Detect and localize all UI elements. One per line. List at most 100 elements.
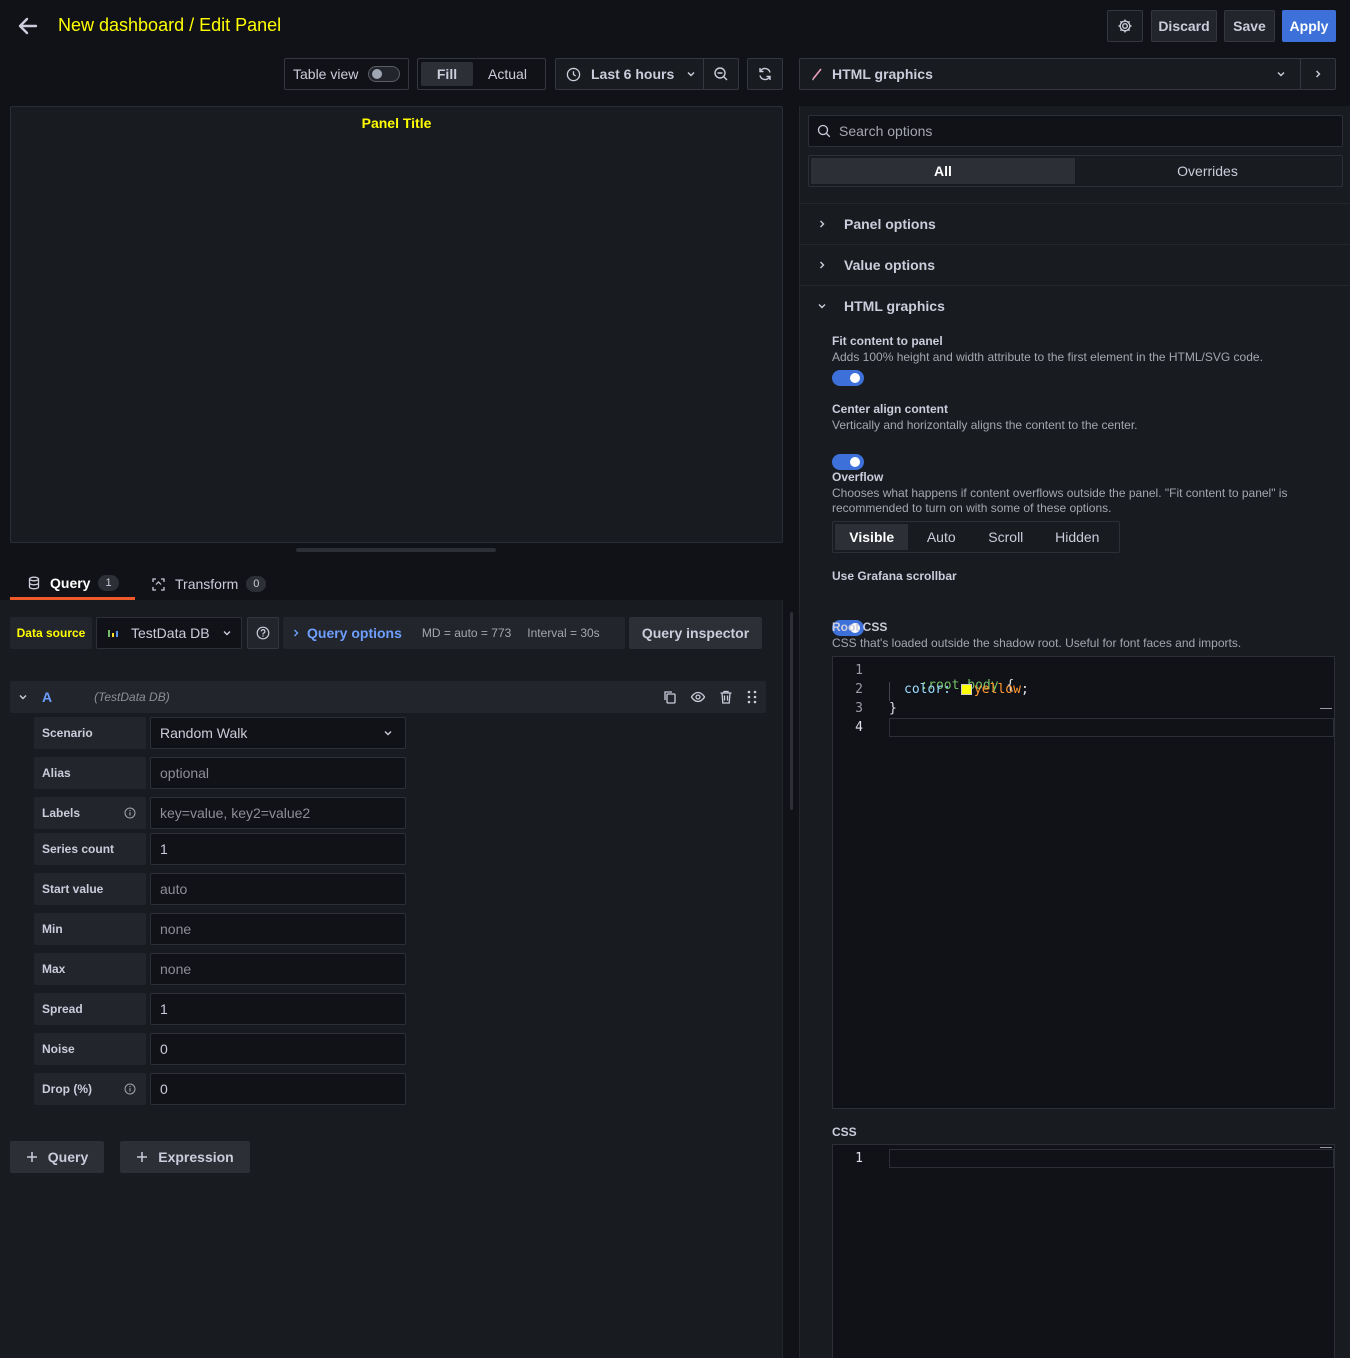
editor-scroll-marker <box>1320 1147 1332 1148</box>
search-options-input[interactable]: Search options <box>808 115 1343 147</box>
data-source-picker[interactable]: TestData DB <box>96 617 242 649</box>
series-count-input[interactable]: 1 <box>150 833 406 865</box>
zoom-out-button[interactable] <box>703 58 739 90</box>
chevron-down-icon <box>223 631 231 636</box>
labels-input[interactable]: key=value, key2=value2 <box>150 797 406 829</box>
query-inspector-button[interactable]: Query inspector <box>629 617 762 649</box>
add-expression-label: Expression <box>158 1149 234 1165</box>
settings-button[interactable] <box>1107 10 1143 42</box>
data-source-help-button[interactable] <box>247 617 279 649</box>
save-button[interactable]: Save <box>1224 10 1275 42</box>
max-input[interactable]: none <box>150 953 406 985</box>
overflow-hidden-option[interactable]: Hidden <box>1038 529 1117 545</box>
labels-label-text: Labels <box>42 806 81 820</box>
section-panel-options[interactable]: Panel options <box>800 203 1350 244</box>
center-align-title: Center align content <box>832 402 949 416</box>
line-number: 2 <box>855 682 863 697</box>
data-source-label: Data source <box>10 617 92 649</box>
overflow-auto-option[interactable]: Auto <box>908 529 974 545</box>
fit-content-toggle[interactable] <box>832 370 864 386</box>
scenario-select[interactable]: Random Walk <box>150 717 406 749</box>
field-label-scenario: Scenario <box>34 717 146 749</box>
html-graphics-icon <box>812 68 822 81</box>
tab-transform-label: Transform <box>175 576 239 592</box>
field-label-spread: Spread <box>34 993 146 1025</box>
transform-icon <box>152 577 165 591</box>
section-value-options[interactable]: Value options <box>800 244 1350 285</box>
table-view-switch[interactable] <box>368 66 401 82</box>
query-row-header[interactable]: A (TestData DB) <box>10 681 766 713</box>
query-ref-id[interactable]: A <box>42 689 52 705</box>
root-css-desc: CSS that's loaded outside the shadow roo… <box>832 636 1242 650</box>
line-number: 1 <box>855 1151 863 1166</box>
section-html-graphics[interactable]: HTML graphics <box>800 285 1350 326</box>
search-placeholder: Search options <box>839 123 933 139</box>
info-circle-icon[interactable] <box>124 1083 136 1095</box>
chevron-down-icon <box>1277 72 1285 77</box>
apply-button[interactable]: Apply <box>1282 10 1336 42</box>
chevron-down-icon <box>384 731 392 736</box>
collapse-options-button[interactable] <box>1300 58 1336 90</box>
refresh-button[interactable] <box>747 58 783 90</box>
fill-actual-group: Fill Actual <box>417 58 546 90</box>
discard-button[interactable]: Discard <box>1151 10 1217 42</box>
center-align-toggle[interactable] <box>832 454 864 470</box>
grafana-scrollbar-title: Use Grafana scrollbar <box>832 569 957 583</box>
back-arrow-icon[interactable] <box>14 12 42 40</box>
editor-scroll-marker <box>1320 708 1332 709</box>
field-label-noise: Noise <box>34 1033 146 1065</box>
overflow-title: Overflow <box>832 470 884 484</box>
spread-input[interactable]: 1 <box>150 993 406 1025</box>
center-align-desc: Vertically and horizontally aligns the c… <box>832 418 1138 432</box>
min-input[interactable]: none <box>150 913 406 945</box>
resize-handle[interactable] <box>296 548 496 552</box>
time-picker[interactable]: Last 6 hours <box>555 58 704 90</box>
noise-input[interactable]: 0 <box>150 1033 406 1065</box>
chevron-right-icon <box>820 220 825 228</box>
interval-info: Interval = 30s <box>527 626 600 640</box>
database-icon <box>28 576 40 589</box>
start-value-input[interactable]: auto <box>150 873 406 905</box>
visualization-picker[interactable]: HTML graphics <box>799 58 1301 90</box>
add-query-button[interactable]: Query <box>10 1141 104 1173</box>
info-circle-icon[interactable] <box>124 807 136 819</box>
add-expression-button[interactable]: Expression <box>120 1141 250 1173</box>
field-label-drop: Drop (%) <box>34 1073 146 1105</box>
query-scrollbar[interactable] <box>790 612 793 810</box>
drop-input[interactable]: 0 <box>150 1073 406 1105</box>
duplicate-icon[interactable] <box>662 689 678 705</box>
clock-icon <box>566 67 581 81</box>
css-editor[interactable]: 1 <box>832 1144 1335 1358</box>
tab-query[interactable]: Query 1 <box>10 568 135 600</box>
tab-transform[interactable]: Transform 0 <box>151 568 276 600</box>
css-value: yellow <box>973 682 1021 697</box>
query-options-row[interactable]: Query options MD = auto = 773 Interval =… <box>283 617 625 649</box>
line-number: 4 <box>855 720 863 735</box>
trash-icon[interactable] <box>718 689 734 705</box>
page-title: New dashboard / Edit Panel <box>58 15 282 35</box>
field-label-labels: Labels <box>34 797 146 829</box>
alias-input[interactable]: optional <box>150 757 406 789</box>
drag-handle-icon[interactable] <box>746 689 758 705</box>
line-number: 3 <box>855 701 863 716</box>
actual-option[interactable]: Actual <box>473 66 542 82</box>
tab-overrides[interactable]: Overrides <box>1075 158 1340 184</box>
field-label-start-value: Start value <box>34 873 146 905</box>
overflow-visible-option[interactable]: Visible <box>835 524 909 550</box>
chevron-right-icon <box>820 261 825 269</box>
root-css-title: Root CSS <box>832 620 888 634</box>
overflow-desc: Chooses what happens if content overflow… <box>832 486 1288 515</box>
chevron-down-icon <box>687 72 695 77</box>
line-number: 1 <box>855 663 863 678</box>
panel-title: Panel Title <box>361 115 432 131</box>
eye-icon[interactable] <box>690 689 706 705</box>
section-html-graphics-label: HTML graphics <box>844 298 945 314</box>
table-view-toggle[interactable]: Table view <box>284 58 409 90</box>
overflow-scroll-option[interactable]: Scroll <box>974 529 1038 545</box>
query-count-badge: 1 <box>98 574 119 591</box>
root-css-editor[interactable]: 1 2 3 4 :root body { color: yellow; } <box>832 656 1335 1109</box>
tab-all[interactable]: All <box>811 158 1075 184</box>
fill-option[interactable]: Fill <box>421 62 473 86</box>
add-query-label: Query <box>47 1149 89 1165</box>
css-semicolon: ; <box>1020 682 1029 697</box>
